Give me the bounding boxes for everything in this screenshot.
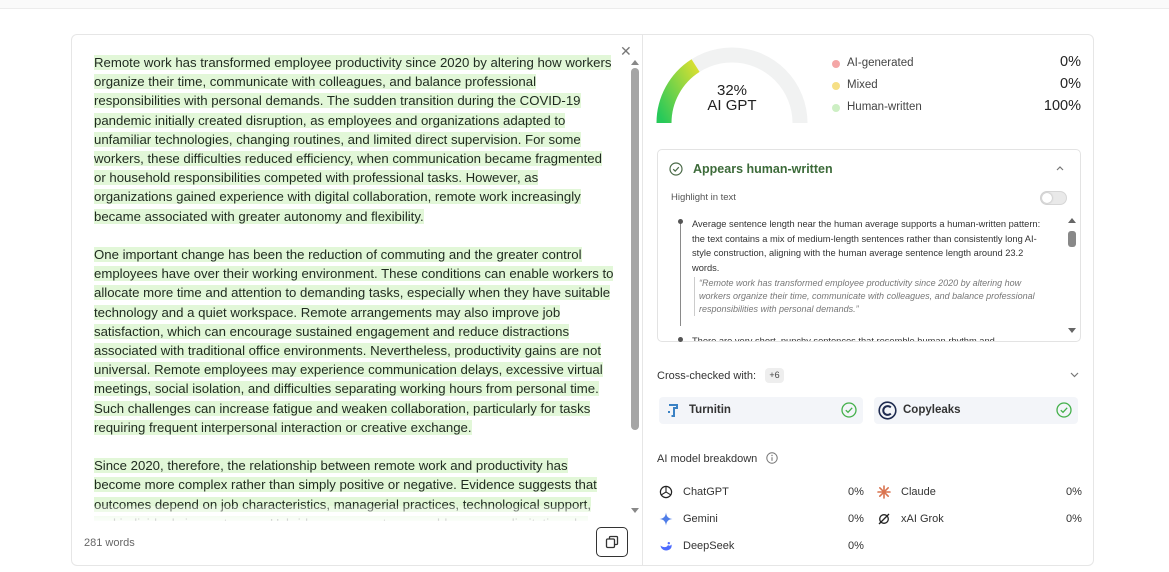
- check-circle-icon: [669, 162, 683, 176]
- legend-ai-generated: AI-generated 0%: [832, 54, 1084, 73]
- scroll-down-icon[interactable]: [1068, 328, 1076, 333]
- timeline-line: [680, 222, 681, 326]
- word-count: 281 words: [84, 537, 135, 549]
- highlight-toggle[interactable]: [1040, 191, 1067, 205]
- legend-mixed: Mixed 0%: [832, 76, 1084, 95]
- turnitin-icon: [668, 404, 678, 417]
- scrollbar-thumb[interactable]: [1068, 231, 1076, 247]
- scroll-down-icon[interactable]: [631, 508, 639, 513]
- chevron-up-icon[interactable]: [1056, 165, 1064, 171]
- checker-copyleaks[interactable]: Copyleaks: [874, 397, 1078, 424]
- grok-icon: [878, 513, 890, 525]
- gemini-icon: [659, 512, 673, 526]
- crosscheck-count-badge[interactable]: +6: [765, 368, 784, 383]
- claude-icon: [877, 485, 891, 499]
- checker-name: Turnitin: [689, 404, 731, 416]
- analysis-title: Appears human-written: [693, 162, 833, 176]
- text-scrollbar[interactable]: [631, 60, 639, 515]
- model-name: DeepSeek: [683, 540, 735, 552]
- legend-label: AI-generated: [847, 57, 914, 69]
- model-row-gemini: Gemini 0%: [659, 511, 864, 527]
- timeline-dot: [678, 219, 683, 224]
- legend-label: Human-written: [847, 101, 922, 113]
- model-name: Gemini: [683, 513, 718, 525]
- check-circle-icon: [1056, 402, 1072, 418]
- legend-value: 0%: [1060, 54, 1081, 70]
- model-value: 0%: [848, 513, 864, 525]
- model-row-deepseek: DeepSeek 0%: [659, 538, 864, 554]
- text-paragraph: One important change has been the reduct…: [94, 247, 614, 435]
- crosscheck-label: Cross-checked with:: [657, 370, 757, 382]
- checker-name: Copyleaks: [903, 404, 961, 416]
- analysis-point: Average sentence length near the human a…: [692, 219, 1041, 273]
- copyleaks-icon: [878, 401, 897, 420]
- model-value: 0%: [848, 540, 864, 552]
- deepseek-icon: [660, 542, 672, 551]
- text-fade: [94, 506, 614, 524]
- legend-value: 100%: [1043, 98, 1081, 114]
- legend-human-written: Human-written 100%: [832, 98, 1084, 117]
- chevron-down-icon[interactable]: [1070, 372, 1079, 378]
- model-name: xAI Grok: [901, 513, 944, 525]
- model-row-xai-grok: xAI Grok 0%: [877, 511, 1082, 527]
- scrollbar-thumb[interactable]: [631, 68, 639, 430]
- toggle-knob: [1042, 193, 1052, 203]
- check-circle-icon: [841, 402, 857, 418]
- model-breakdown-label: AI model breakdown: [657, 453, 758, 465]
- checker-turnitin[interactable]: Turnitin: [659, 397, 863, 424]
- analysis-point: There are very short, punchy sentences t…: [692, 336, 995, 341]
- gauge-label: AI GPT: [707, 97, 757, 114]
- model-value: 0%: [1066, 486, 1082, 498]
- chatgpt-icon: [659, 485, 673, 499]
- legend-dot: [832, 60, 840, 68]
- top-bar: [0, 0, 1169, 9]
- copy-button[interactable]: [596, 527, 628, 557]
- timeline-dot: [678, 337, 683, 342]
- analyzed-text[interactable]: Remote work has transformed employee pro…: [94, 53, 614, 521]
- copy-icon: [605, 535, 619, 549]
- legend-dot: [832, 82, 840, 90]
- model-row-chatgpt: ChatGPT 0%: [659, 484, 864, 500]
- model-name: Claude: [901, 486, 936, 498]
- text-paragraph: Remote work has transformed employee pro…: [94, 55, 612, 224]
- legend-value: 0%: [1060, 76, 1081, 92]
- analysis-scrollbar[interactable]: [1068, 218, 1076, 336]
- legend-label: Mixed: [847, 79, 878, 91]
- legend-dot: [832, 104, 840, 112]
- model-row-claude: Claude 0%: [877, 484, 1082, 500]
- close-icon[interactable]: ✕: [620, 43, 632, 60]
- scroll-up-icon[interactable]: [1068, 218, 1076, 223]
- model-name: ChatGPT: [683, 486, 729, 498]
- model-value: 0%: [1066, 513, 1082, 525]
- pane-divider: [642, 35, 643, 565]
- model-value: 0%: [848, 486, 864, 498]
- scroll-up-icon[interactable]: [631, 60, 639, 65]
- analysis-quote: “Remote work has transformed employee pr…: [694, 277, 1055, 316]
- info-icon[interactable]: [766, 452, 778, 464]
- highlight-label: Highlight in text: [671, 192, 736, 203]
